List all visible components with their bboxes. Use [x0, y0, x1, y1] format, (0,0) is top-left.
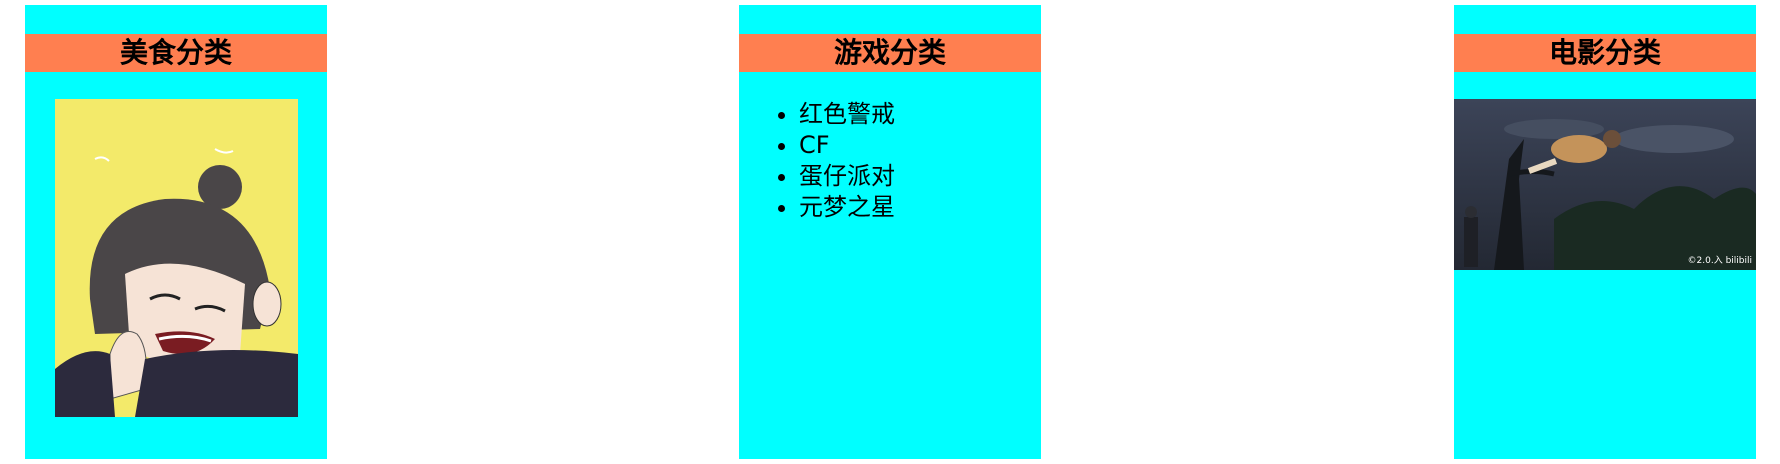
- movie-category-card: 电影分类 ©2.0.入 bilibili: [1454, 5, 1756, 459]
- food-category-title: 美食分类: [25, 34, 327, 72]
- game-category-title: 游戏分类: [739, 34, 1041, 72]
- list-item: 红色警戒: [799, 99, 895, 130]
- list-item: 蛋仔派对: [799, 161, 895, 192]
- list-item: 元梦之星: [799, 192, 895, 223]
- game-category-card: 游戏分类 红色警戒 CF 蛋仔派对 元梦之星: [739, 5, 1041, 459]
- movie-category-title: 电影分类: [1454, 34, 1756, 72]
- movie-image: ©2.0.入 bilibili: [1454, 99, 1756, 270]
- watermark: ©2.0.入 bilibili: [1687, 256, 1752, 266]
- list-item: CF: [799, 130, 895, 161]
- food-image: [55, 99, 298, 417]
- game-list: 红色警戒 CF 蛋仔派对 元梦之星: [739, 99, 895, 223]
- food-category-card: 美食分类: [25, 5, 327, 459]
